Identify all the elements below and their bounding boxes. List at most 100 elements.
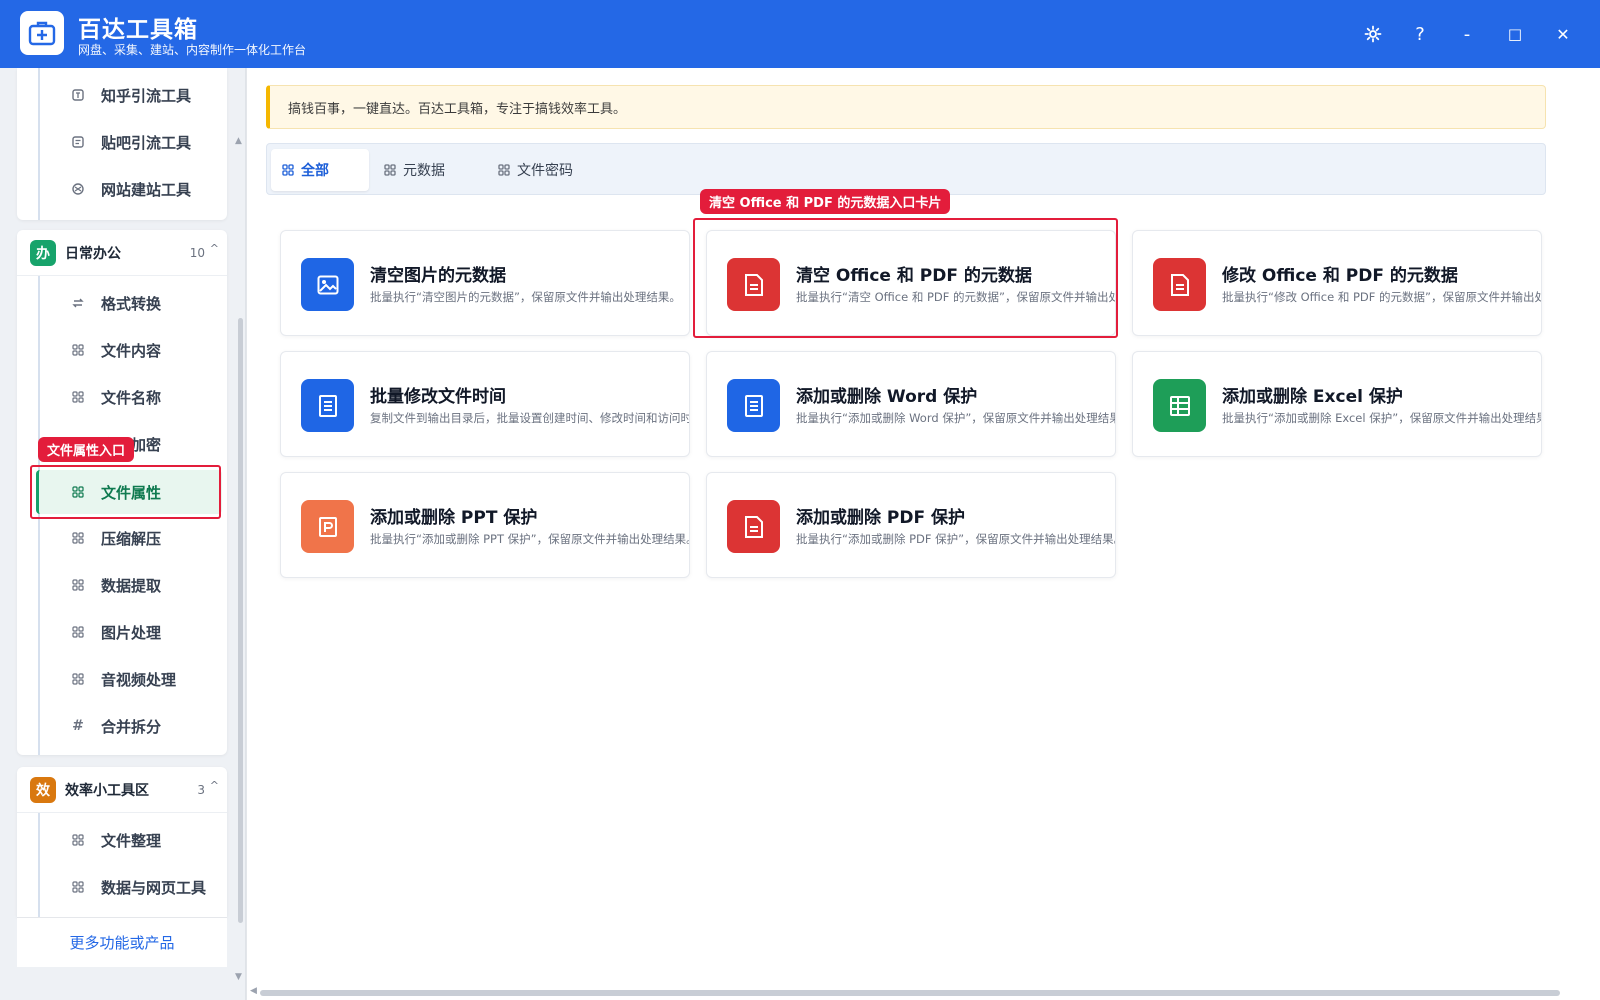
sidebar-item-file-name[interactable]: 文件名称 xyxy=(37,375,225,419)
sidebar-item-label: 网站建站工具 xyxy=(101,180,192,199)
grid-icon xyxy=(71,531,85,545)
card-title: 清空 Office 和 PDF 的元数据 xyxy=(796,266,1032,286)
sidebar-item-data-web-tools[interactable]: 数据与网页工具 xyxy=(37,865,225,909)
sidebar-item-website[interactable]: 网站建站工具 xyxy=(37,167,225,211)
collapse-caret-icon[interactable]: ^ xyxy=(210,242,219,255)
sidebar-item-label: 音视频处理 xyxy=(101,670,177,689)
sidebar-item-audio-video[interactable]: 音视频处理 xyxy=(37,657,225,701)
sidebar-item-zhihu[interactable]: 知乎引流工具 xyxy=(37,73,225,117)
group-count: 3 xyxy=(197,782,205,797)
sidebar-item-label: 知乎引流工具 xyxy=(101,86,192,105)
grid-icon xyxy=(71,833,85,847)
grid-icon xyxy=(71,578,85,592)
word-doc-icon xyxy=(727,379,780,432)
card-description: 批量执行“清空 Office 和 PDF 的元数据”，保留原文件并输出处理结果。 xyxy=(796,290,1115,304)
grid-icon xyxy=(71,625,85,639)
notice-banner: 搞钱百事，一键直达。百达工具箱，专注于搞钱效率工具。 xyxy=(266,85,1546,129)
tab-file-password[interactable]: 文件密码 xyxy=(487,149,607,191)
sidebar-item-label: 文件名称 xyxy=(101,388,162,407)
callout-file-properties: 文件属性入口 xyxy=(38,437,135,462)
group-promotion-tools: 知乎引流工具 贴吧引流工具 网站建站工具 xyxy=(17,68,227,220)
swap-icon xyxy=(71,296,85,310)
tab-label: 全部 xyxy=(301,163,329,179)
document-lines-icon xyxy=(301,379,354,432)
hash-icon: # xyxy=(72,718,84,734)
card-title: 清空图片的元数据 xyxy=(370,266,506,286)
grid-icon xyxy=(71,485,85,499)
grid-icon xyxy=(71,672,85,686)
tool-card-pdf-protection[interactable]: 添加或删除 PDF 保护 批量执行“添加或删除 PDF 保护”，保留原文件并输出… xyxy=(706,472,1116,578)
sidebar-scrollbar[interactable] xyxy=(238,318,243,923)
tool-card-batch-file-time[interactable]: 批量修改文件时间 复制文件到输出目录后，批量设置创建时间、修改时间和访问时间。 xyxy=(280,351,690,457)
collapse-caret-icon[interactable]: ^ xyxy=(210,779,219,792)
divider xyxy=(246,68,247,1000)
tool-card-word-protection[interactable]: 添加或删除 Word 保护 批量执行“添加或删除 Word 保护”，保留原文件并… xyxy=(706,351,1116,457)
help-button[interactable]: ? xyxy=(1405,19,1435,49)
sidebar-item-label: 数据与网页工具 xyxy=(101,878,207,897)
sidebar-item-label: 文件整理 xyxy=(101,831,162,850)
document-icon xyxy=(1153,258,1206,311)
maximize-button[interactable]: □ xyxy=(1500,19,1530,49)
group-badge-office: 办 xyxy=(30,240,56,266)
category-tabs: 全部 元数据 文件密码 xyxy=(266,143,1546,195)
scroll-down-arrow-icon[interactable]: ▼ xyxy=(235,972,242,982)
card-description: 批量执行“清空图片的元数据”，保留原文件并输出处理结果。 xyxy=(370,290,681,304)
app-subtitle: 网盘、采集、建站、内容制作一体化工作台 xyxy=(78,43,307,57)
tool-card-ppt-protection[interactable]: 添加或删除 PPT 保护 批量执行“添加或删除 PPT 保护”，保留原文件并输出… xyxy=(280,472,690,578)
tool-card-excel-protection[interactable]: 添加或删除 Excel 保护 批量执行“添加或删除 Excel 保护”，保留原文… xyxy=(1132,351,1542,457)
sidebar-item-label: 文件内容 xyxy=(101,341,162,360)
grid-icon xyxy=(71,390,85,404)
sidebar-item-label: 图片处理 xyxy=(101,623,162,642)
image-icon xyxy=(301,258,354,311)
globe-icon xyxy=(71,182,85,196)
sidebar-item-label: 压缩解压 xyxy=(101,529,162,548)
tab-label: 文件密码 xyxy=(517,163,573,179)
title-bar: 百达工具箱 网盘、采集、建站、内容制作一体化工作台 ? - □ ✕ xyxy=(0,0,1600,68)
group-title: 日常办公 xyxy=(65,245,121,262)
sidebar-item-compress[interactable]: 压缩解压 xyxy=(37,516,225,560)
sidebar-item-format-convert[interactable]: 格式转换 xyxy=(37,281,225,325)
sidebar-item-image-processing[interactable]: 图片处理 xyxy=(37,610,225,654)
card-description: 批量执行“添加或删除 PDF 保护”，保留原文件并输出处理结果。 xyxy=(796,532,1116,546)
scroll-left-arrow-icon[interactable]: ◀ xyxy=(250,986,257,996)
card-title: 批量修改文件时间 xyxy=(370,387,506,407)
tieba-icon xyxy=(71,135,85,149)
close-button[interactable]: ✕ xyxy=(1548,19,1578,49)
sidebar-item-tieba[interactable]: 贴吧引流工具 xyxy=(37,120,225,164)
scroll-up-arrow-icon[interactable]: ▲ xyxy=(235,136,242,146)
group-header[interactable]: 效 效率小工具区 3 ^ xyxy=(17,767,227,813)
presentation-icon xyxy=(301,500,354,553)
sidebar-item-file-properties[interactable]: 文件属性 xyxy=(36,470,222,514)
more-features-link[interactable]: 更多功能或产品 xyxy=(17,917,227,967)
pdf-doc-icon xyxy=(727,500,780,553)
grid-icon xyxy=(71,880,85,894)
tool-card-clear-image-metadata[interactable]: 清空图片的元数据 批量执行“清空图片的元数据”，保留原文件并输出处理结果。 xyxy=(280,230,690,336)
group-header[interactable]: 办 日常办公 10 ^ xyxy=(17,230,227,276)
tool-card-modify-office-pdf-metadata[interactable]: 修改 Office 和 PDF 的元数据 批量执行“修改 Office 和 PD… xyxy=(1132,230,1542,336)
sidebar-item-label: 数据提取 xyxy=(101,576,162,595)
zhihu-icon xyxy=(71,88,85,102)
sidebar-item-data-extract[interactable]: 数据提取 xyxy=(37,563,225,607)
card-description: 批量执行“添加或删除 Word 保护”，保留原文件并输出处理结果。 xyxy=(796,411,1116,425)
sidebar-item-file-content[interactable]: 文件内容 xyxy=(37,328,225,372)
settings-gear-icon[interactable] xyxy=(1358,19,1388,49)
horizontal-scrollbar[interactable] xyxy=(260,990,1560,996)
tool-card-clear-office-pdf-metadata[interactable]: 清空 Office 和 PDF 的元数据 批量执行“清空 Office 和 PD… xyxy=(706,230,1116,336)
sidebar-item-file-organize[interactable]: 文件整理 xyxy=(37,818,225,862)
card-title: 修改 Office 和 PDF 的元数据 xyxy=(1222,266,1458,286)
callout-office-pdf-card: 清空 Office 和 PDF 的元数据入口卡片 xyxy=(700,189,951,214)
minimize-button[interactable]: - xyxy=(1452,19,1482,49)
sidebar-item-label: 文件属性 xyxy=(101,483,162,502)
document-icon xyxy=(727,258,780,311)
spreadsheet-icon xyxy=(1153,379,1206,432)
sidebar: 知乎引流工具 贴吧引流工具 网站建站工具 办 日常办公 10 ^ 格式转换 文件… xyxy=(0,68,246,1000)
card-description: 批量执行“添加或删除 Excel 保护”，保留原文件并输出处理结果。 xyxy=(1222,411,1542,425)
tab-metadata[interactable]: 元数据 xyxy=(373,149,473,191)
group-daily-office: 办 日常办公 10 ^ 格式转换 文件内容 文件名称 文件属性 压缩解压 数据提… xyxy=(17,230,227,755)
grid-icon xyxy=(281,163,294,176)
card-description: 批量执行“修改 Office 和 PDF 的元数据”，保留原文件并输出处理结果。 xyxy=(1222,290,1541,304)
sidebar-item-label: 合并拆分 xyxy=(101,717,162,736)
sidebar-item-merge-split[interactable]: # 合并拆分 xyxy=(37,704,225,748)
grid-icon xyxy=(71,343,85,357)
tab-all[interactable]: 全部 xyxy=(271,149,369,191)
